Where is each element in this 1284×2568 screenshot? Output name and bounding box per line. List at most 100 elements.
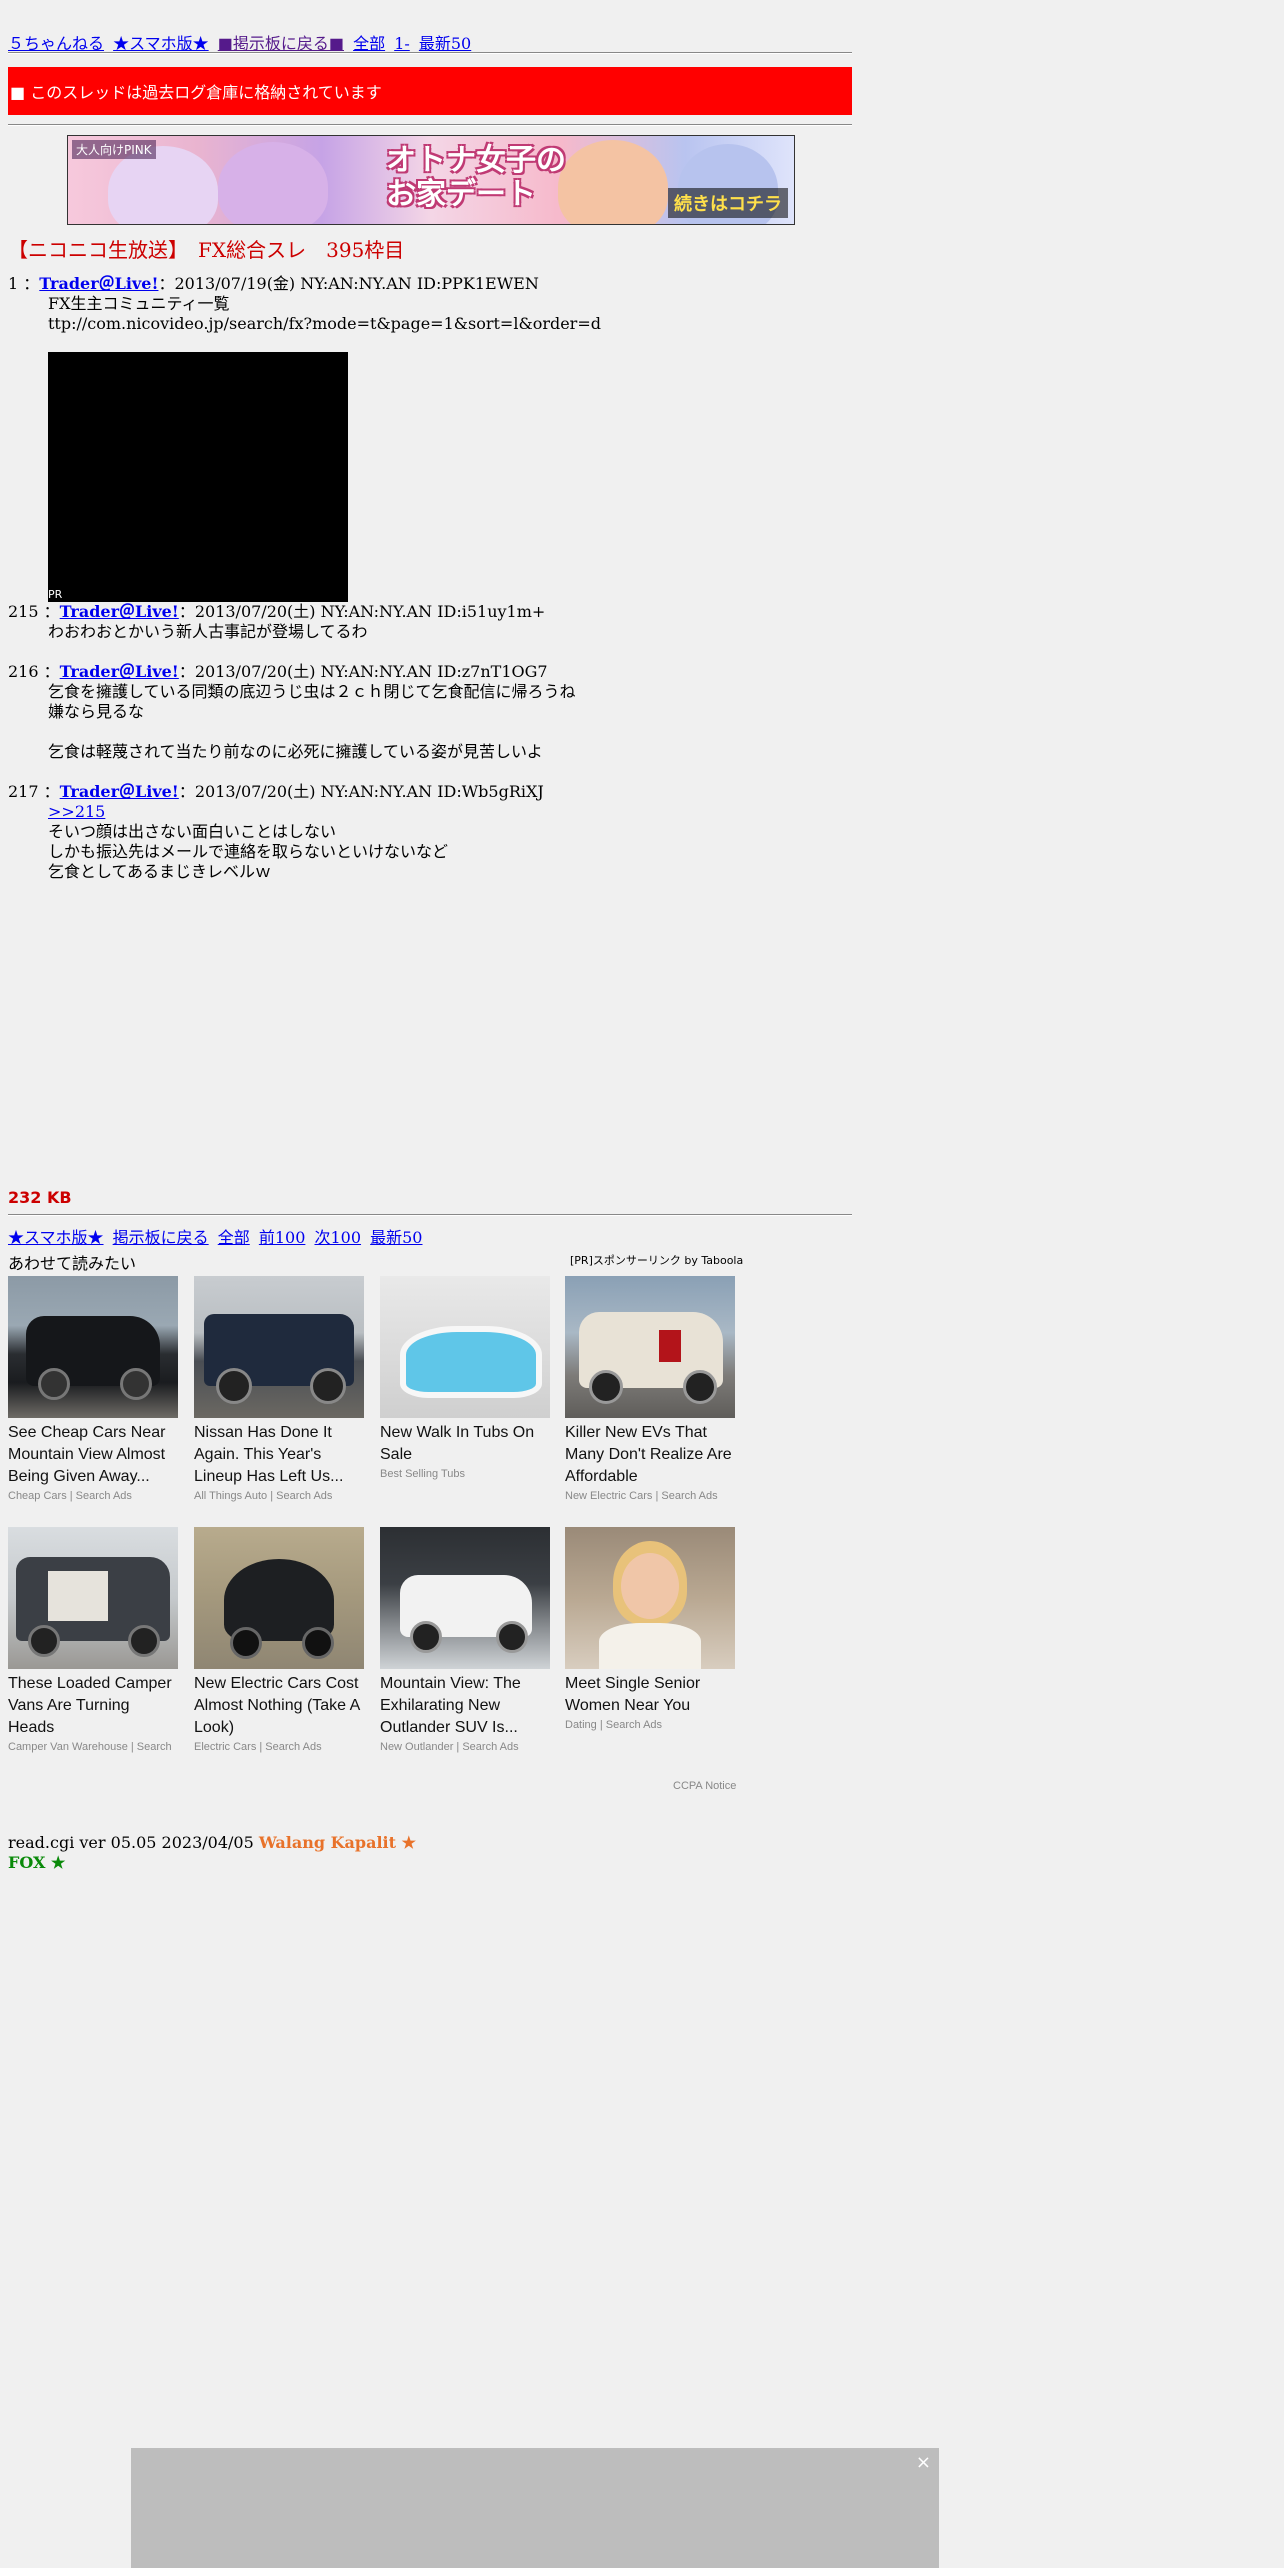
post: 215 ：Trader＠Live!：2013/07/20(土) NY:AN:NY… [8, 602, 545, 642]
ad-banner[interactable]: 大人向けPINK オトナ女子の お家デート 続きはコチラ [67, 135, 795, 225]
recommend-card[interactable]: New Walk In Tubs On Sale Best Selling Tu… [380, 1276, 550, 1480]
outlander-photo [380, 1527, 550, 1669]
close-icon[interactable]: × [916, 2452, 931, 2473]
recommend-card[interactable]: Nissan Has Done It Again. This Year's Li… [194, 1276, 364, 1502]
post-body: FX生主コミュニティ一覧 ttp://com.nicovideo.jp/sear… [48, 294, 601, 334]
post-author-link[interactable]: Trader＠Live! [60, 782, 179, 801]
nav-back-to-board-link[interactable]: ■掲示板に戻る■ [218, 34, 344, 53]
card-source: New Outlander | Search Ads [380, 1741, 519, 1753]
card-title: Killer New EVs That Many Don't Realize A… [565, 1424, 732, 1485]
card-title: Mountain View: The Exhilarating New Outl… [380, 1675, 521, 1736]
banner-headline-line2: お家デート [386, 177, 536, 212]
post-author-link[interactable]: Trader＠Live! [60, 602, 179, 621]
post-line: そいつ顔は出さない面白いことはしない [48, 822, 337, 841]
divider [8, 124, 852, 126]
post-line: しかも振込先はメールで連絡を取らないといけないなど [48, 842, 449, 861]
archive-notice: ■ このスレッドは過去ログ倉庫に格納されています [8, 67, 852, 115]
recommend-card[interactable]: See Cheap Cars Near Mountain View Almost… [8, 1276, 178, 1502]
post: 1 ：Trader＠Live!：2013/07/19(金) NY:AN:NY.A… [8, 274, 601, 334]
footer-version: read.cgi ver 05.05 2023/04/05 Walang Kap… [8, 1833, 416, 1852]
woman-portrait-photo [565, 1527, 735, 1669]
post-separator: ： [43, 662, 60, 681]
card-source: All Things Auto | Search Ads [194, 1490, 333, 1502]
post-header: 216 ：Trader＠Live!：2013/07/20(土) NY:AN:NY… [8, 662, 576, 682]
post-meta: ：2013/07/20(土) NY:AN:NY.AN ID:z7nT1OG7 [178, 662, 548, 681]
post-line: 乞食を擁護している同類の底辺うじ虫は２ｃｈ閉じて乞食配信に帰ろうね [48, 682, 576, 701]
card-title: New Electric Cars Cost Almost Nothing (T… [194, 1675, 360, 1736]
recommend-card[interactable]: These Loaded Camper Vans Are Turning Hea… [8, 1527, 178, 1753]
post: 216 ：Trader＠Live!：2013/07/20(土) NY:AN:NY… [8, 662, 576, 762]
nav-first-link[interactable]: 1- [394, 34, 410, 53]
post-body: 乞食を擁護している同類の底辺うじ虫は２ｃｈ閉じて乞食配信に帰ろうね 嫌なら見るな… [48, 682, 576, 762]
nav-all-link[interactable]: 全部 [353, 34, 385, 53]
thread-size: 232 KB [8, 1188, 72, 1207]
post-line: わおわおとかいう新人古事記が登場してるわ [48, 622, 368, 641]
divider [8, 1214, 852, 1216]
mini-ev-photo [194, 1527, 364, 1669]
nav-latest50-link[interactable]: 最新50 [370, 1228, 422, 1247]
banner-headline-line1: オトナ女子の [386, 143, 566, 178]
post-separator: ： [23, 274, 40, 293]
post-header: 215 ：Trader＠Live!：2013/07/20(土) NY:AN:NY… [8, 602, 545, 622]
kapalit-label: Walang Kapalit ★ [258, 1833, 416, 1852]
pr-label: PR [48, 588, 63, 601]
recommend-heading: あわせて読みたい [8, 1254, 137, 1273]
card-source: Cheap Cars | Search Ads [8, 1490, 132, 1502]
post: 217 ：Trader＠Live!：2013/07/20(土) NY:AN:NY… [8, 782, 544, 882]
post-separator: ： [43, 602, 60, 621]
post-separator: ： [43, 782, 60, 801]
banner-logo: 大人向けPINK [72, 140, 156, 159]
version-text: read.cgi ver 05.05 2023/04/05 [8, 1833, 254, 1852]
sponsor-label[interactable]: [PR]スポンサーリンク by Taboola [570, 1252, 743, 1268]
card-title: New Walk In Tubs On Sale [380, 1424, 535, 1463]
post-line: 乞食は軽蔑されて当たり前なのに必死に擁護している姿が見苦しいよ [48, 742, 543, 761]
card-source: New Electric Cars | Search Ads [565, 1490, 718, 1502]
dark-suv-photo [8, 1276, 178, 1418]
post-number: 217 [8, 782, 39, 801]
post-line: ttp://com.nicovideo.jp/search/fx?mode=t&… [48, 314, 601, 333]
banner-character-image [558, 140, 668, 224]
recommend-card[interactable]: Mountain View: The Exhilarating New Outl… [380, 1527, 550, 1753]
divider [8, 52, 852, 54]
post-line: FX生主コミュニティ一覧 [48, 294, 230, 313]
post-body: わおわおとかいう新人古事記が登場してるわ [48, 622, 545, 642]
post-author-link[interactable]: Trader＠Live! [60, 662, 179, 681]
post-line: 嫌なら見るな [48, 702, 145, 721]
nav-smartphone-link[interactable]: ★スマホ版★ [113, 34, 209, 53]
card-source: Electric Cars | Search Ads [194, 1741, 322, 1753]
ccpa-notice-link[interactable]: CCPA Notice [673, 1780, 736, 1792]
bathtub-photo [380, 1276, 550, 1418]
thread-title: 【ニコニコ生放送】 FX総合スレ 395枠目 [8, 238, 405, 262]
camper-van-photo [8, 1527, 178, 1669]
post-meta: ：2013/07/20(土) NY:AN:NY.AN ID:i51uy1m+ [178, 602, 546, 621]
recommend-card[interactable]: New Electric Cars Cost Almost Nothing (T… [194, 1527, 364, 1753]
nav-next100-link[interactable]: 次100 [314, 1228, 361, 1247]
post-number: 1 [8, 274, 19, 293]
reply-anchor-link[interactable]: >>215 [48, 802, 105, 821]
banner-cta: 続きはコチラ [668, 188, 788, 218]
post-number: 216 [8, 662, 39, 681]
nav-smartphone-link[interactable]: ★スマホ版★ [8, 1228, 104, 1247]
nav-all-link[interactable]: 全部 [218, 1228, 250, 1247]
sticky-ad-bar[interactable]: × [131, 2448, 939, 2568]
white-suv-photo [565, 1276, 735, 1418]
card-source: Dating | Search Ads [565, 1719, 663, 1731]
recommend-card[interactable]: Killer New EVs That Many Don't Realize A… [565, 1276, 735, 1502]
card-title: See Cheap Cars Near Mountain View Almost… [8, 1424, 166, 1485]
post-body: >>215 そいつ顔は出さない面白いことはしない しかも振込先はメールで連絡を取… [48, 802, 544, 882]
post-line: 乞食としてあるまじきレベルｗ [48, 862, 272, 881]
post-header: 1 ：Trader＠Live!：2013/07/19(金) NY:AN:NY.A… [8, 274, 601, 294]
recommend-card[interactable]: Meet Single Senior Women Near You Dating… [565, 1527, 735, 1731]
nav-5ch-link[interactable]: ５ちゃんねる [8, 34, 104, 53]
top-navigation: ５ちゃんねる ★スマホ版★ ■掲示板に戻る■ 全部 1- 最新50 [8, 30, 475, 54]
post-meta: ：2013/07/19(金) NY:AN:NY.AN ID:PPK1EWEN [158, 274, 539, 293]
post-author-link[interactable]: Trader＠Live! [39, 274, 158, 293]
nav-back-to-board-link[interactable]: 掲示板に戻る [113, 1228, 209, 1247]
post-number: 215 [8, 602, 39, 621]
nav-latest50-link[interactable]: 最新50 [419, 34, 471, 53]
video-ad-player[interactable] [48, 352, 348, 602]
nav-prev100-link[interactable]: 前100 [259, 1228, 306, 1247]
pickup-truck-photo [194, 1276, 364, 1418]
card-title: Nissan Has Done It Again. This Year's Li… [194, 1424, 344, 1485]
